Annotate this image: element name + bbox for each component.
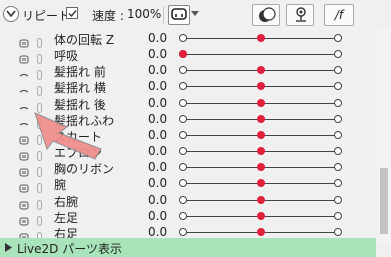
- slider-max-marker: [334, 211, 342, 220]
- slider-thumb[interactable]: [256, 82, 265, 91]
- motion-link-icon[interactable]: [19, 49, 29, 64]
- collapse-icon[interactable]: [3, 6, 19, 22]
- slider-max-marker: [334, 114, 342, 123]
- motion-link-icon[interactable]: [19, 227, 29, 242]
- lock-icon[interactable]: [36, 33, 43, 48]
- parameter-value[interactable]: 0.0: [148, 193, 167, 207]
- slider-thumb[interactable]: [256, 130, 265, 139]
- parameter-row[interactable]: 右腕 0.0: [0, 192, 376, 210]
- pin-icon: [296, 7, 306, 22]
- slider-min-marker: [179, 227, 187, 236]
- slider-max-marker: [334, 147, 342, 156]
- slider-min-marker: [179, 195, 187, 204]
- slider-min-marker: [179, 130, 187, 139]
- slider-max-marker: [334, 163, 342, 172]
- scrollbar[interactable]: [377, 30, 391, 242]
- slider-thumb[interactable]: [256, 211, 265, 220]
- lock-icon[interactable]: [36, 81, 43, 97]
- slider-max-marker: [334, 66, 342, 75]
- slider-max-marker: [334, 195, 342, 204]
- slider-min-marker: [179, 34, 187, 42]
- motion-link-icon[interactable]: [19, 178, 29, 193]
- motion-select-button[interactable]: [168, 5, 190, 25]
- parameter-value[interactable]: 0.0: [148, 31, 167, 45]
- slider-max-marker: [334, 130, 342, 139]
- slider-min-marker: [179, 114, 187, 123]
- slider-thumb[interactable]: [256, 114, 265, 123]
- parameter-value[interactable]: 0.0: [148, 209, 167, 223]
- parameter-row[interactable]: 体の回転 Z 0.0: [0, 30, 376, 48]
- pointer-arrow-icon: [34, 112, 102, 160]
- lock-icon[interactable]: [36, 49, 43, 65]
- slider-max-marker: [334, 227, 342, 236]
- slider-thumb[interactable]: [256, 195, 265, 204]
- repeat-label: リピート: [22, 9, 71, 23]
- motion-link-icon[interactable]: [19, 65, 29, 77]
- slider-min-marker: [179, 163, 187, 172]
- slider-max-marker: [334, 82, 342, 91]
- slider-thumb[interactable]: [256, 163, 265, 172]
- slider-thumb[interactable]: [256, 98, 265, 107]
- lock-icon[interactable]: [36, 227, 43, 242]
- slider-max-marker: [334, 34, 342, 42]
- slider-min-marker: [179, 147, 187, 156]
- eclipse-icon: [259, 7, 276, 22]
- repeat-checkbox[interactable]: [66, 7, 78, 19]
- parameter-value[interactable]: 0.0: [148, 160, 167, 174]
- parts-section-header[interactable]: Live2D パーツ表示: [0, 238, 376, 257]
- speed-value[interactable]: 100%: [127, 7, 161, 21]
- motion-link-icon[interactable]: [19, 195, 29, 209]
- parameter-value[interactable]: 0.0: [148, 144, 167, 158]
- fx-button[interactable]: /f: [324, 4, 354, 26]
- parameter-row[interactable]: 左足 0.0: [0, 208, 376, 226]
- toolbar-divider: [163, 6, 164, 24]
- slider-thumb[interactable]: [256, 227, 265, 236]
- lock-icon[interactable]: [36, 211, 43, 226]
- parameter-value[interactable]: 0.0: [148, 176, 167, 190]
- slider-thumb[interactable]: [179, 50, 187, 59]
- expand-arrow-icon: [5, 243, 12, 252]
- lock-icon[interactable]: [36, 195, 43, 210]
- parameter-value[interactable]: 0.0: [148, 96, 167, 110]
- slider-max-marker: [334, 98, 342, 107]
- lock-icon[interactable]: [36, 65, 43, 81]
- parameter-value[interactable]: 0.0: [148, 63, 167, 77]
- motion-link-icon[interactable]: [19, 81, 29, 93]
- slider-min-marker: [179, 179, 187, 188]
- slider-thumb[interactable]: [256, 66, 265, 75]
- parameter-value[interactable]: 0.0: [148, 112, 167, 126]
- scroll-thumb[interactable]: [380, 168, 388, 234]
- slider-min-marker: [179, 82, 187, 91]
- parameter-row[interactable]: 髪揺れ 前 0.0: [0, 62, 376, 81]
- speed-label: 速度 :: [92, 9, 124, 23]
- parameter-row[interactable]: 腕 0.0: [0, 175, 376, 194]
- parameter-row[interactable]: 髪揺れ 横 0.0: [0, 78, 376, 97]
- slider-thumb[interactable]: [256, 34, 265, 42]
- slider-track[interactable]: [183, 54, 338, 56]
- slider-min-marker: [179, 211, 187, 220]
- slider-max-marker: [334, 179, 342, 188]
- parameter-value[interactable]: 0.0: [148, 47, 167, 61]
- pin-button[interactable]: [286, 4, 314, 26]
- slider-max-marker: [334, 50, 342, 59]
- lock-icon[interactable]: [36, 178, 43, 194]
- toolbar: リピート 速度 : 100% /f: [0, 0, 391, 30]
- slider-thumb[interactable]: [256, 147, 265, 156]
- parameter-row[interactable]: 呼吸 0.0: [0, 46, 376, 65]
- slider-min-marker: [179, 66, 187, 75]
- slider-min-marker: [179, 98, 187, 107]
- parts-section-label: Live2D パーツ表示: [17, 242, 122, 256]
- parameter-value[interactable]: 0.0: [148, 225, 167, 239]
- shadow-toggle-button[interactable]: [252, 4, 280, 26]
- chevron-down-icon[interactable]: [191, 11, 199, 17]
- slider-thumb[interactable]: [256, 179, 265, 188]
- motion-link-icon[interactable]: [19, 211, 29, 226]
- parameter-value[interactable]: 0.0: [148, 79, 167, 93]
- parameter-value[interactable]: 0.0: [148, 128, 167, 142]
- motion-link-icon[interactable]: [19, 33, 29, 48]
